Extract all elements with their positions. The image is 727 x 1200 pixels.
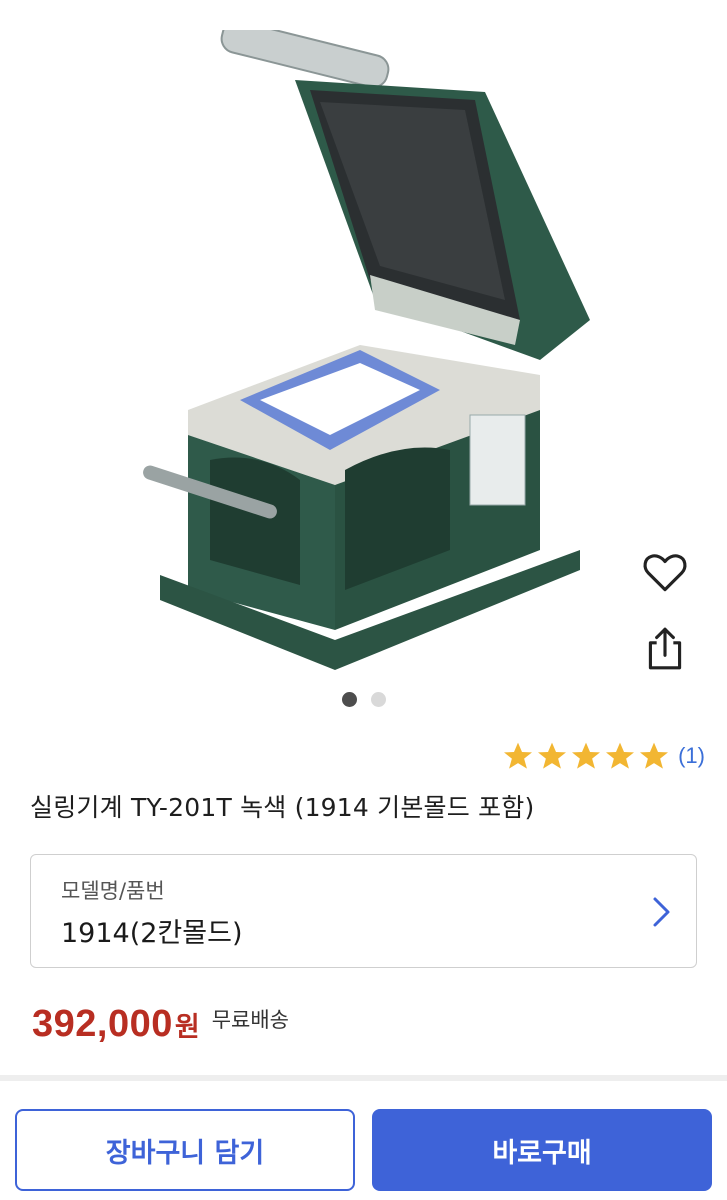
chevron-right-icon (653, 897, 670, 927)
review-count[interactable]: (1) (678, 743, 705, 769)
option-value: 1914(2칸몰드) (61, 918, 243, 949)
star-icon (504, 742, 533, 769)
star-icon (572, 742, 601, 769)
share-icon (648, 627, 682, 670)
option-label: 모델명/품번 (61, 879, 165, 903)
gallery-dot[interactable] (341, 692, 357, 707)
price-amount: 392,000 (32, 1003, 173, 1045)
price-unit: 원 (174, 1012, 200, 1043)
heart-icon (643, 554, 687, 592)
product-image-gallery[interactable] (0, 0, 727, 720)
option-selector[interactable]: 모델명/품번 1914(2칸몰드) (30, 854, 697, 968)
share-button[interactable] (637, 621, 693, 677)
shipping-info: 무료배송 (211, 1008, 289, 1032)
buy-now-button[interactable]: 바로구매 (372, 1109, 712, 1191)
star-icon (640, 742, 669, 769)
gallery-dot[interactable] (370, 692, 386, 707)
price-row: 392,000 원 무료배송 (32, 1003, 289, 1046)
gallery-indicator (0, 692, 727, 707)
like-button[interactable] (637, 545, 693, 601)
star-icon (538, 742, 567, 769)
product-image[interactable] (120, 30, 600, 680)
product-title: 실링기계 TY-201T 녹색 (1914 기본몰드 포함) (30, 793, 535, 822)
add-to-cart-button[interactable]: 장바구니 담기 (15, 1109, 355, 1191)
star-icon (606, 742, 635, 769)
bottom-action-bar: 장바구니 담기 바로구매 (0, 1075, 727, 1200)
product-rating[interactable]: (1) (500, 740, 705, 772)
